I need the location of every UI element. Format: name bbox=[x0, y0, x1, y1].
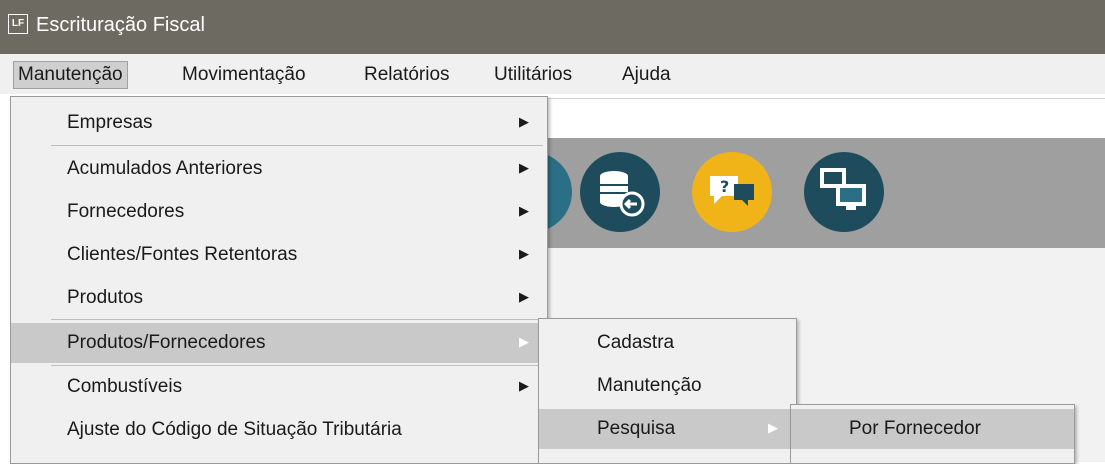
menu-item-clientes-fontes-retentoras[interactable]: Clientes/Fontes Retentoras ▶ bbox=[11, 235, 547, 275]
title-bar: LF Escrituração Fiscal bbox=[0, 0, 1105, 54]
menu-item-produtos[interactable]: Produtos ▶ bbox=[11, 278, 547, 318]
menu-separator bbox=[51, 145, 543, 146]
menu-utilitarios[interactable]: Utilitários bbox=[490, 62, 576, 88]
menu-item-cadastra[interactable]: Cadastra bbox=[539, 323, 796, 363]
menu-separator bbox=[51, 319, 543, 320]
menu-item-combustiveis[interactable]: Combustíveis ▶ bbox=[11, 367, 547, 407]
menu-manutencao[interactable]: Manutenção bbox=[13, 61, 128, 89]
remote-monitors-icon bbox=[804, 152, 884, 232]
database-back-icon bbox=[580, 152, 660, 232]
menu-item-por-fornecedor[interactable]: Por Fornecedor bbox=[791, 409, 1074, 449]
submenu-arrow-icon: ▶ bbox=[519, 160, 529, 175]
menu-item-acumulados-anteriores[interactable]: Acumulados Anteriores ▶ bbox=[11, 149, 547, 189]
menu-separator bbox=[51, 365, 543, 366]
menu-item-produtos-fornecedores[interactable]: Produtos/Fornecedores ▶ bbox=[11, 323, 547, 363]
menu-ajuda[interactable]: Ajuda bbox=[618, 62, 675, 88]
help-chat-icon: ? bbox=[692, 152, 772, 232]
window-title: Escrituração Fiscal bbox=[36, 14, 205, 36]
submenu-arrow-icon: ▶ bbox=[519, 114, 529, 129]
app-icon: LF bbox=[8, 14, 28, 34]
remote-monitors-button[interactable] bbox=[802, 150, 886, 234]
submenu-arrow-icon: ▶ bbox=[519, 334, 529, 349]
produtos-fornecedores-submenu: Cadastra Manutenção Pesquisa ▶ bbox=[538, 318, 797, 464]
address-field bbox=[548, 98, 1105, 137]
manutencao-menu: Empresas ▶ Acumulados Anteriores ▶ Forne… bbox=[10, 96, 548, 464]
help-chat-button[interactable]: ? bbox=[690, 150, 774, 234]
menu-item-ajuste-cst[interactable]: Ajuste do Código de Situação Tributária bbox=[11, 410, 547, 450]
menu-item-pesquisa[interactable]: Pesquisa ▶ bbox=[539, 409, 796, 449]
database-back-button[interactable] bbox=[578, 150, 662, 234]
pesquisa-submenu: Por Fornecedor bbox=[790, 404, 1075, 464]
menu-relatorios[interactable]: Relatórios bbox=[360, 62, 454, 88]
submenu-arrow-icon: ▶ bbox=[768, 420, 778, 435]
menu-movimentacao[interactable]: Movimentação bbox=[178, 62, 310, 88]
submenu-arrow-icon: ▶ bbox=[519, 378, 529, 393]
submenu-arrow-icon: ▶ bbox=[519, 246, 529, 261]
menu-item-fornecedores[interactable]: Fornecedores ▶ bbox=[11, 192, 547, 232]
menu-item-manutencao[interactable]: Manutenção bbox=[539, 366, 796, 406]
submenu-arrow-icon: ▶ bbox=[519, 203, 529, 218]
svg-text:?: ? bbox=[720, 177, 729, 196]
menu-item-empresas[interactable]: Empresas ▶ bbox=[11, 103, 547, 143]
submenu-arrow-icon: ▶ bbox=[519, 289, 529, 304]
